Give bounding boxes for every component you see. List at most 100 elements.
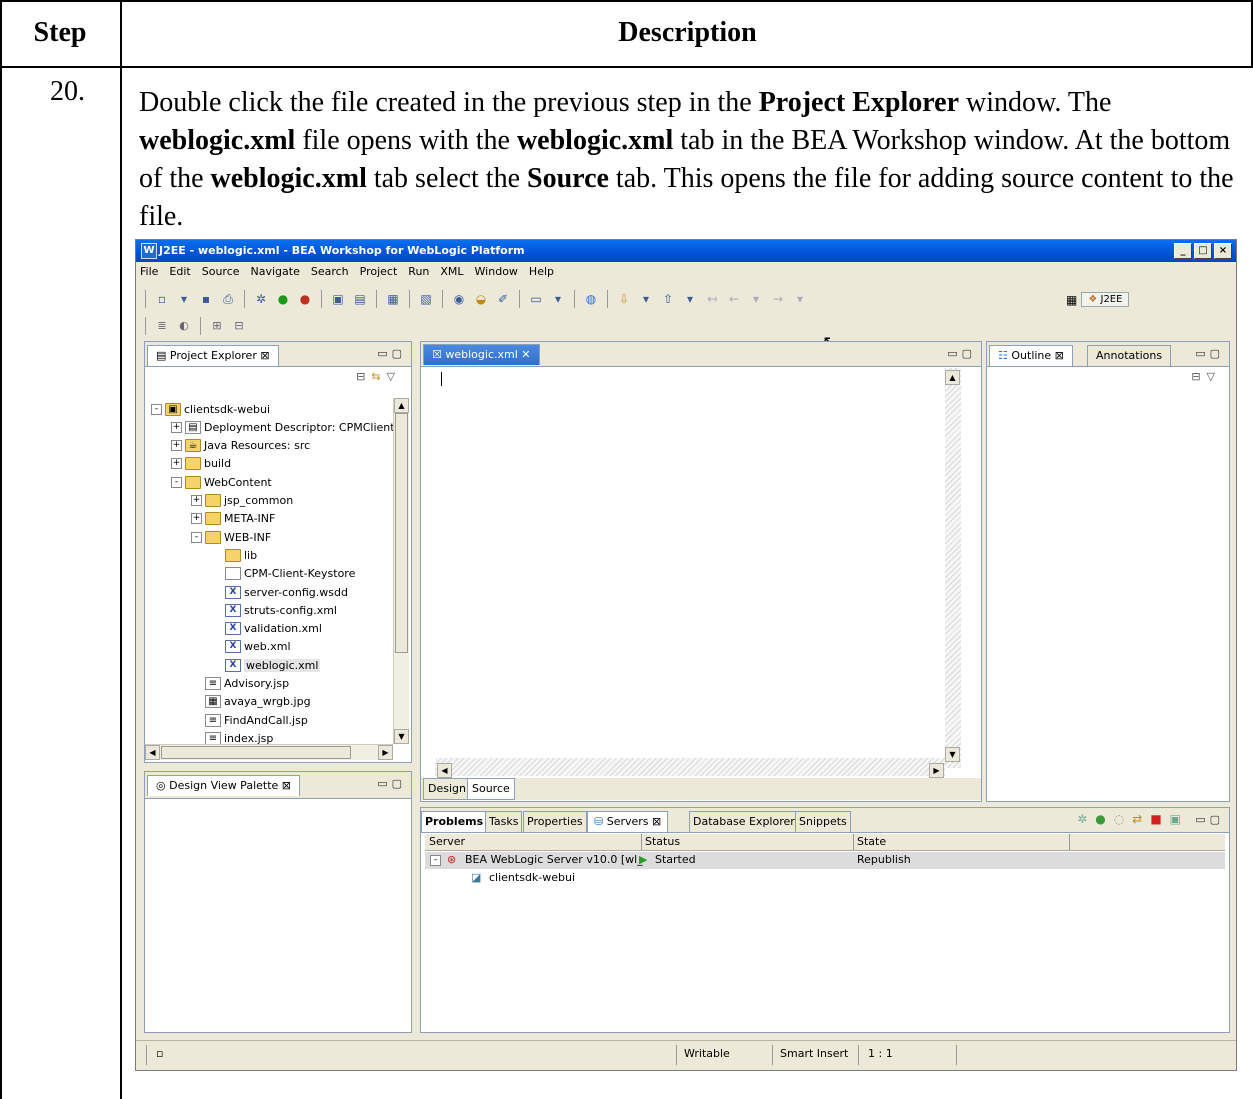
menu-file[interactable]: File xyxy=(140,265,158,283)
menu-search[interactable]: Search xyxy=(311,265,349,283)
expand-icon[interactable]: ⊞ xyxy=(208,317,226,335)
next-annotation-icon[interactable]: ⇩ xyxy=(615,290,633,308)
tree-item[interactable]: Xvalidation.xml xyxy=(211,620,322,638)
menu-xml[interactable]: XML xyxy=(440,265,463,283)
menu-navigate[interactable]: Navigate xyxy=(251,265,300,283)
tree-item[interactable]: ≡ FindAndCall.jsp xyxy=(191,711,308,729)
web-service-icon[interactable]: ◉ xyxy=(450,290,468,308)
collapse-icon[interactable]: - xyxy=(430,855,441,866)
prev-annotation-icon[interactable]: ⇧ xyxy=(659,290,677,308)
dropdown-icon[interactable]: ▾ xyxy=(791,290,809,308)
tree-item[interactable]: + build xyxy=(171,455,231,473)
external-tools-icon[interactable]: ● xyxy=(296,290,314,308)
server-icon[interactable]: ▦ xyxy=(384,290,402,308)
close-editor-icon[interactable]: ✕ xyxy=(521,348,530,361)
view-menu-icon[interactable]: ▽ xyxy=(387,370,401,383)
scroll-left-icon[interactable]: ◀ xyxy=(437,763,452,778)
tree-item[interactable]: - ▣ clientsdk-webui xyxy=(151,400,270,418)
minimize-button[interactable]: _ xyxy=(1174,243,1192,259)
tab-outline[interactable]: ☷ Outline ⊠ xyxy=(989,345,1073,366)
col-status[interactable]: Status xyxy=(645,835,680,848)
open-perspective-icon[interactable]: ▦ xyxy=(1066,293,1077,307)
view-minmax-controls[interactable]: ▭▢ xyxy=(377,347,406,360)
dropdown-icon[interactable]: ▾ xyxy=(175,290,193,308)
run-icon[interactable]: ● xyxy=(274,290,292,308)
folder-open-icon[interactable]: ▭ xyxy=(527,290,545,308)
tree-item[interactable]: - WebContent xyxy=(171,473,272,491)
schema-icon[interactable]: ◐ xyxy=(175,317,193,335)
tree-item[interactable]: + jsp_common xyxy=(191,492,293,510)
forward-icon[interactable]: → xyxy=(769,290,787,308)
tab-snippets[interactable]: Snippets xyxy=(795,811,851,832)
debug-icon[interactable]: ✲ xyxy=(252,290,270,308)
close-button[interactable]: × xyxy=(1214,243,1232,259)
collapse-icon[interactable]: - xyxy=(151,403,162,415)
collapse-icon[interactable]: - xyxy=(191,531,202,543)
new-project-icon[interactable]: ▣ xyxy=(329,290,347,308)
deploy-icon[interactable]: ▧ xyxy=(417,290,435,308)
tree-item[interactable]: ≡ Advisory.jsp xyxy=(191,675,289,693)
editor-text-area[interactable] xyxy=(435,368,945,758)
tree-item[interactable]: Xserver-config.wsdd xyxy=(211,583,348,601)
menu-run[interactable]: Run xyxy=(408,265,429,283)
scroll-right-icon[interactable]: ▶ xyxy=(378,745,393,760)
scroll-thumb[interactable] xyxy=(161,746,351,759)
link-editor-icon[interactable]: ⇆ xyxy=(371,370,386,383)
explorer-vertical-scrollbar[interactable]: ▲ ▼ xyxy=(393,398,409,744)
close-view-icon[interactable]: ⊠ xyxy=(652,815,661,828)
dropdown-icon[interactable]: ▾ xyxy=(549,290,567,308)
collapse-all-icon[interactable]: ⊟ xyxy=(356,370,371,383)
debug-server-icon[interactable]: ✲ xyxy=(1077,812,1095,826)
collapse-icon[interactable]: ⊟ xyxy=(230,317,248,335)
tree-item[interactable]: lib xyxy=(211,546,257,564)
window-titlebar[interactable]: W J2EE - weblogic.xml - BEA Workshop for… xyxy=(136,240,1236,262)
dropdown-icon[interactable]: ▾ xyxy=(747,290,765,308)
expand-icon[interactable]: + xyxy=(171,440,182,452)
scroll-down-icon[interactable]: ▼ xyxy=(394,729,409,744)
close-view-icon[interactable]: ⊠ xyxy=(260,349,269,362)
scroll-left-icon[interactable]: ◀ xyxy=(145,745,160,760)
tab-tasks[interactable]: Tasks xyxy=(485,811,523,832)
tree-item[interactable]: Xweblogic.xml xyxy=(211,656,321,674)
perspective-j2ee-button[interactable]: ❖ J2EE xyxy=(1081,292,1130,307)
tab-project-explorer[interactable]: ▤ Project Explorer ⊠ xyxy=(147,345,279,366)
close-view-icon[interactable]: ⊠ xyxy=(282,779,291,792)
fast-view-icon[interactable]: ▫ xyxy=(156,1047,163,1060)
menu-source[interactable]: Source xyxy=(202,265,240,283)
scroll-up-icon[interactable]: ▲ xyxy=(394,398,409,413)
col-server[interactable]: Server xyxy=(429,835,465,848)
start-server-icon[interactable]: ● xyxy=(1095,812,1113,826)
close-view-icon[interactable]: ⊠ xyxy=(1055,349,1064,362)
view-menu-icon[interactable]: ▣ xyxy=(1170,812,1189,826)
menu-help[interactable]: Help xyxy=(529,265,554,283)
new-icon[interactable]: ▫ xyxy=(153,290,171,308)
tab-design-view-palette[interactable]: ◎ Design View Palette ⊠ xyxy=(147,775,301,796)
tab-problems[interactable]: Problems xyxy=(421,811,488,832)
tree-item[interactable]: - WEB-INF xyxy=(191,528,271,546)
explorer-horizontal-scrollbar[interactable]: ◀ ▶ xyxy=(145,744,393,760)
globe-icon[interactable]: ◍ xyxy=(582,290,600,308)
tree-item[interactable]: Xweb.xml xyxy=(211,638,291,656)
expand-icon[interactable]: + xyxy=(191,495,202,506)
publish-icon[interactable]: ⇄ xyxy=(1132,812,1150,826)
expand-icon[interactable]: + xyxy=(171,421,182,433)
tab-weblogic-xml[interactable]: ☒ weblogic.xml ✕ xyxy=(423,344,540,365)
xml-editor-icon[interactable]: ≣ xyxy=(153,317,171,335)
last-edit-icon[interactable]: ↤ xyxy=(703,290,721,308)
view-minmax-controls[interactable]: ▭▢ xyxy=(1195,813,1224,826)
new-file-icon[interactable]: ▤ xyxy=(351,290,369,308)
tree-item[interactable]: Xstruts-config.xml xyxy=(211,601,337,619)
save-icon[interactable]: ▪ xyxy=(197,290,215,308)
stop-server-icon[interactable]: ■ xyxy=(1150,812,1169,826)
back-icon[interactable]: ← xyxy=(725,290,743,308)
table-row[interactable]: ◪ clientsdk-webui xyxy=(425,870,1225,887)
open-type-icon[interactable]: ◒ xyxy=(472,290,490,308)
expand-icon[interactable]: + xyxy=(191,513,202,525)
menu-window[interactable]: Window xyxy=(475,265,518,283)
table-row[interactable]: - ⊛ BEA WebLogic Server v10.0 [wl_ ▶ Sta… xyxy=(425,852,1225,869)
tab-source[interactable]: Source xyxy=(467,778,515,800)
collapse-icon[interactable]: - xyxy=(171,476,182,488)
profile-server-icon[interactable]: ◌ xyxy=(1114,812,1132,826)
view-minmax-controls[interactable]: ▭▢ xyxy=(947,347,976,360)
wand-icon[interactable]: ✐ xyxy=(494,290,512,308)
